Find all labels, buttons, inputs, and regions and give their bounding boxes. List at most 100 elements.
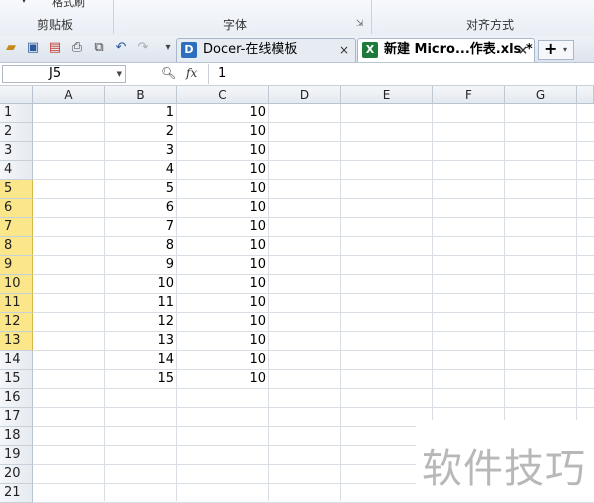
cell-c14[interactable]: 10	[177, 350, 269, 369]
cell-b9[interactable]: 9	[105, 255, 177, 274]
row-header-11[interactable]: 11	[0, 294, 33, 313]
row-header-4[interactable]: 4	[0, 161, 33, 180]
row-header-17[interactable]: 17	[0, 408, 33, 427]
name-box-value: J5	[49, 66, 62, 81]
cell-c3[interactable]: 10	[177, 141, 269, 160]
customize-quick-access-icon[interactable]: ▾	[160, 40, 176, 56]
cell-b12[interactable]: 12	[105, 312, 177, 331]
close-tab-icon[interactable]: ×	[518, 39, 528, 61]
ribbon-separator	[113, 0, 114, 34]
row-header-1[interactable]: 1	[0, 104, 33, 123]
row-header-15[interactable]: 15	[0, 370, 33, 389]
name-box[interactable]: J5 ▼	[2, 65, 126, 83]
alignment-group-label: 对齐方式	[465, 18, 514, 32]
paste-dropdown-arrow[interactable]: ▾	[22, 0, 26, 5]
cell-b1[interactable]: 1	[105, 103, 177, 122]
ribbon-separator	[371, 0, 372, 34]
cell-b7[interactable]: 7	[105, 217, 177, 236]
cell-b10[interactable]: 10	[105, 274, 177, 293]
cell-c13[interactable]: 10	[177, 331, 269, 350]
column-header-e[interactable]: E	[341, 86, 433, 104]
cell-c12[interactable]: 10	[177, 312, 269, 331]
watermark-text: 软件技巧	[422, 446, 586, 492]
redo-icon[interactable]: ↷	[135, 40, 151, 56]
close-tab-icon[interactable]: ×	[339, 39, 349, 61]
column-header-f[interactable]: F	[433, 86, 505, 104]
print-icon[interactable]: ⎙	[69, 40, 85, 56]
cell-b4[interactable]: 4	[105, 160, 177, 179]
row-header-21[interactable]: 21	[0, 484, 33, 503]
cell-b13[interactable]: 13	[105, 331, 177, 350]
cell-b14[interactable]: 14	[105, 350, 177, 369]
gridline	[33, 388, 594, 389]
row-header-6[interactable]: 6	[0, 199, 33, 218]
cell-c10[interactable]: 10	[177, 274, 269, 293]
cell-c6[interactable]: 10	[177, 198, 269, 217]
cell-c5[interactable]: 10	[177, 179, 269, 198]
column-header-g[interactable]: G	[505, 86, 577, 104]
row-header-10[interactable]: 10	[0, 275, 33, 294]
row-header-12[interactable]: 12	[0, 313, 33, 332]
tab-label: Docer-在线模板	[203, 42, 298, 57]
cell-c7[interactable]: 10	[177, 217, 269, 236]
column-header-a[interactable]: A	[33, 86, 105, 104]
row-header-2[interactable]: 2	[0, 123, 33, 142]
row-header-7[interactable]: 7	[0, 218, 33, 237]
column-header-b[interactable]: B	[105, 86, 177, 104]
cell-c1[interactable]: 10	[177, 103, 269, 122]
row-header-14[interactable]: 14	[0, 351, 33, 370]
cell-b15[interactable]: 15	[105, 369, 177, 388]
gridline	[33, 407, 594, 408]
open-folder-icon[interactable]: ▰	[3, 40, 19, 56]
cell-b2[interactable]: 2	[105, 122, 177, 141]
cell-b11[interactable]: 11	[105, 293, 177, 312]
gridline	[340, 104, 341, 501]
row-header-3[interactable]: 3	[0, 142, 33, 161]
new-tab-button[interactable]: + ▾	[538, 40, 574, 60]
export-pdf-icon[interactable]: ▤	[47, 40, 63, 56]
chevron-down-icon[interactable]: ▾	[563, 41, 567, 59]
formula-input[interactable]: 1	[218, 66, 226, 81]
tab-docer-templates[interactable]: D Docer-在线模板 ×	[176, 38, 356, 62]
chevron-down-icon[interactable]: ▼	[117, 66, 122, 82]
row-header-8[interactable]: 8	[0, 237, 33, 256]
docer-icon: D	[181, 42, 197, 58]
cell-c8[interactable]: 10	[177, 236, 269, 255]
font-dialog-launcher-icon[interactable]: ⇲	[356, 19, 364, 29]
row-header-16[interactable]: 16	[0, 389, 33, 408]
zoom-search-icon[interactable]: 🔍︎	[161, 66, 176, 80]
select-all-corner[interactable]	[0, 86, 33, 104]
ribbon-top-clip: ▾ 格式刷	[0, 0, 110, 9]
cell-c9[interactable]: 10	[177, 255, 269, 274]
formula-separator	[208, 64, 209, 84]
print-preview-icon[interactable]: ⧉	[91, 40, 107, 56]
clipboard-group-label: 剪贴板	[36, 18, 73, 32]
row-header-9[interactable]: 9	[0, 256, 33, 275]
save-icon[interactable]: ▣	[25, 40, 41, 56]
row-header-13[interactable]: 13	[0, 332, 33, 351]
tab-workbook[interactable]: X 新建 Micro...作表.xls * ×	[357, 38, 535, 62]
undo-icon[interactable]: ↶	[113, 40, 129, 56]
plus-icon: +	[544, 39, 558, 58]
font-group-label: 字体	[222, 18, 247, 32]
format-painter-button[interactable]: 格式刷	[52, 0, 85, 9]
row-header-19[interactable]: 19	[0, 446, 33, 465]
column-header-h[interactable]	[577, 86, 594, 104]
column-header-d[interactable]: D	[269, 86, 341, 104]
row-header-18[interactable]: 18	[0, 427, 33, 446]
column-header-c[interactable]: C	[177, 86, 269, 104]
insert-function-icon[interactable]: fx	[186, 66, 197, 80]
cell-c2[interactable]: 10	[177, 122, 269, 141]
cell-c15[interactable]: 10	[177, 369, 269, 388]
watermark: 软件技巧	[416, 420, 594, 501]
cell-c11[interactable]: 10	[177, 293, 269, 312]
row-header-5[interactable]: 5	[0, 180, 33, 199]
cell-b8[interactable]: 8	[105, 236, 177, 255]
row-header-20[interactable]: 20	[0, 465, 33, 484]
cell-b6[interactable]: 6	[105, 198, 177, 217]
cell-b5[interactable]: 5	[105, 179, 177, 198]
tab-label: 新建 Micro...作表.xls *	[384, 42, 533, 57]
cell-c4[interactable]: 10	[177, 160, 269, 179]
cell-b3[interactable]: 3	[105, 141, 177, 160]
excel-file-icon: X	[362, 42, 378, 58]
